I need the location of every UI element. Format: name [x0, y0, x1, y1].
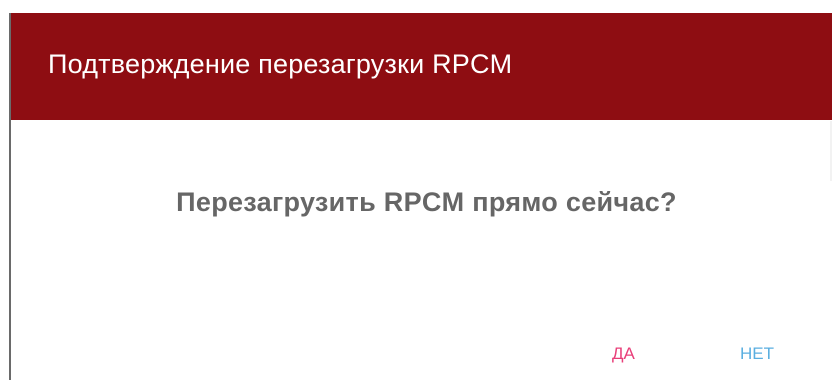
yes-button[interactable]: ДА	[612, 344, 635, 364]
dialog-message: Перезагрузить RPCM прямо сейчас?	[176, 187, 677, 217]
dialog-title: Подтверждение перезагрузки RPCM	[48, 49, 513, 79]
screen: Подтверждение перезагрузки RPCM Перезагр…	[0, 0, 832, 380]
dialog-body: Перезагрузить RPCM прямо сейчас? ДА НЕТ	[11, 120, 832, 380]
background-strip	[0, 0, 832, 13]
no-button[interactable]: НЕТ	[740, 344, 774, 364]
confirm-reboot-dialog: Подтверждение перезагрузки RPCM Перезагр…	[9, 13, 832, 380]
dialog-header: Подтверждение перезагрузки RPCM	[11, 13, 832, 120]
dialog-actions: ДА НЕТ	[572, 344, 832, 374]
